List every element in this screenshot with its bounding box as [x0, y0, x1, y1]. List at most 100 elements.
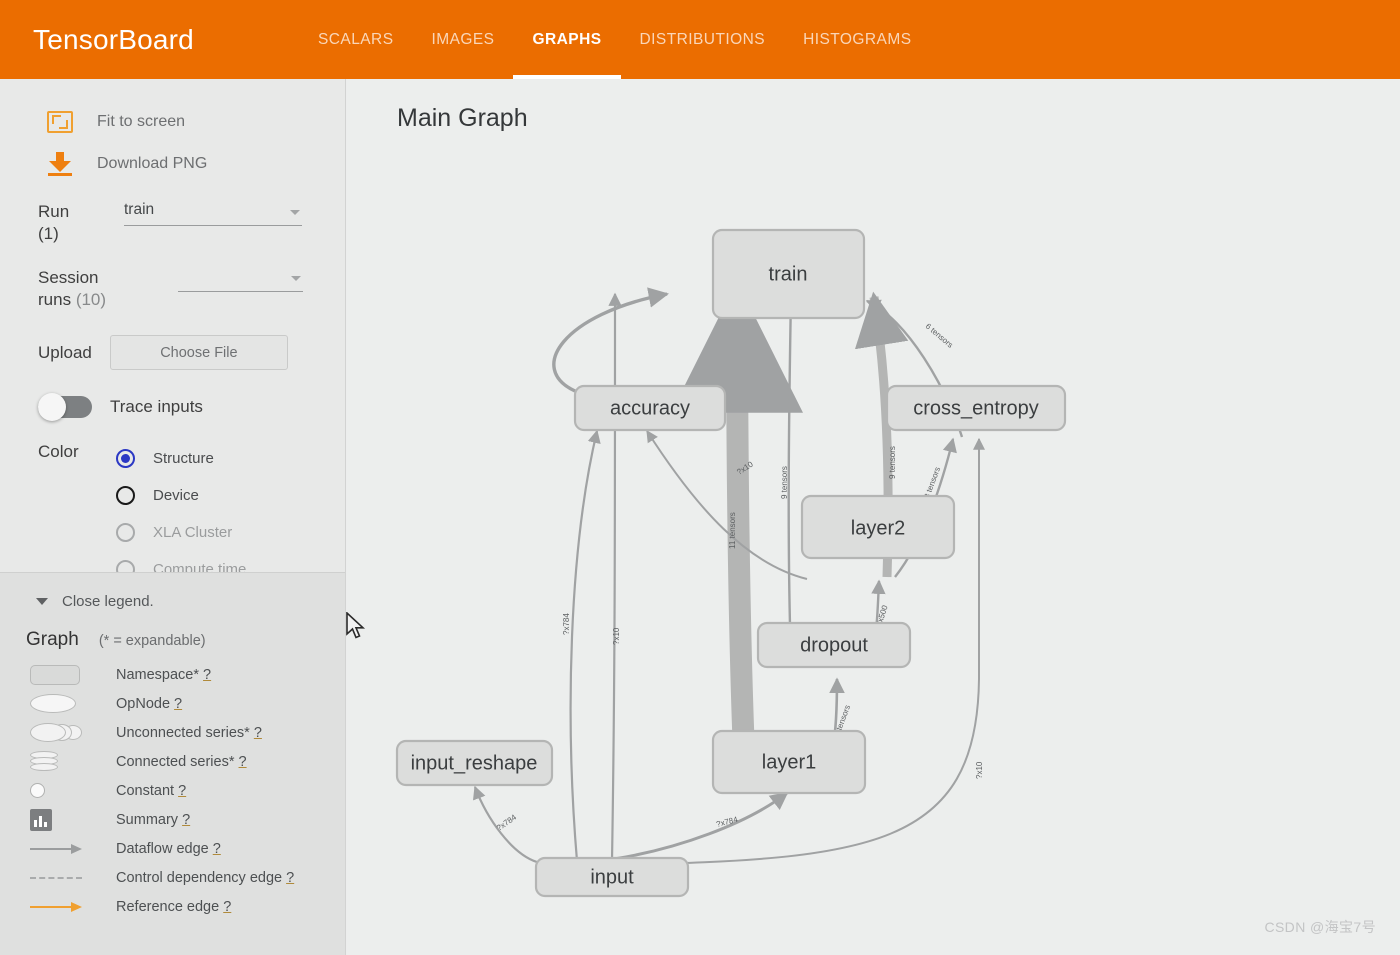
tab-graphs[interactable]: GRAPHS: [513, 0, 621, 79]
help-link[interactable]: ?: [254, 725, 262, 741]
graph-node-dropout-label: dropout: [800, 634, 868, 656]
edge-layer1-train[interactable]: [671, 280, 804, 780]
legend-expandable-note: (* = expandable): [98, 633, 206, 649]
chevron-down-icon: [36, 598, 48, 605]
graph-node-layer2[interactable]: layer2: [800, 494, 956, 560]
legend-item-control-dependency-edge-label: Control dependency edge: [116, 869, 283, 886]
run-select[interactable]: train: [124, 201, 302, 226]
help-link[interactable]: ?: [174, 696, 182, 712]
toggle-knob: [38, 393, 66, 421]
fit-to-screen-button[interactable]: Fit to screen: [0, 101, 345, 143]
mouse-cursor: [346, 612, 366, 639]
legend-item-summary-label: Summary: [116, 811, 179, 828]
legend-item-dataflow-edge-label: Dataflow edge: [116, 840, 209, 857]
color-radio-group: Structure Device XLA Cluster Compute tim…: [116, 440, 246, 572]
color-option-compute-time[interactable]: Compute time: [116, 551, 246, 572]
summary-icon: [30, 808, 88, 831]
graph-node-cross_entropy[interactable]: cross_entropy: [885, 384, 1067, 432]
color-option-compute-time-label: Compute time: [153, 561, 247, 572]
edge-input-layer1[interactable]: [613, 791, 789, 861]
graph-node-dropout[interactable]: dropout: [756, 621, 912, 669]
color-label: Color: [38, 442, 79, 461]
download-png-label: Download PNG: [97, 155, 208, 172]
edge-input-train-center[interactable]: [608, 292, 622, 862]
graph-node-layer1[interactable]: layer1: [711, 729, 867, 795]
legend-header: Graph (* = expandable): [0, 629, 345, 651]
tab-images[interactable]: IMAGES: [412, 0, 513, 79]
legend-item-unconnected-series: Unconnected series* ?: [0, 718, 345, 747]
watermark: CSDN @海宝7号: [1264, 919, 1376, 935]
edge-label-cross_entropy-train: 6 tensors: [924, 322, 955, 350]
edge-label-input-input_reshape: ?x784: [495, 812, 518, 832]
tab-images-label: IMAGES: [431, 30, 495, 48]
help-link[interactable]: ?: [223, 899, 231, 915]
graph-canvas[interactable]: Main Graph ?x784 ?x784 ?x784 ?x10 ?x10 1…: [347, 79, 1400, 955]
help-link[interactable]: ?: [213, 841, 221, 857]
constant-icon: [30, 783, 88, 798]
legend-panel: Close legend. Graph (* = expandable) Nam…: [0, 572, 345, 955]
legend-item-namespace-label: Namespace*: [116, 666, 200, 683]
help-link[interactable]: ?: [182, 812, 190, 828]
legend-items: Namespace* ? OpNode ? Unconnected series…: [0, 660, 345, 921]
sidebar: Fit to screen Download PNG Run (1) train…: [0, 79, 346, 955]
legend-item-reference-edge-label: Reference edge: [116, 898, 220, 915]
edge-dropout-train[interactable]: [783, 292, 798, 662]
close-legend-label: Close legend.: [62, 593, 154, 610]
fit-to-screen-label: Fit to screen: [97, 113, 186, 130]
run-select-value: train: [124, 201, 155, 218]
radio-icon: [116, 523, 135, 542]
run-selector-row: Run (1) train: [0, 201, 345, 245]
graph-node-input_reshape[interactable]: input_reshape: [395, 739, 554, 787]
radio-icon: [116, 486, 135, 505]
namespace-icon: [30, 664, 88, 685]
trace-inputs-toggle[interactable]: [38, 393, 92, 421]
graph-node-train-label: train: [769, 263, 808, 285]
edge-label-input-train-center: ?x10: [612, 627, 621, 645]
download-png-button[interactable]: Download PNG: [0, 143, 345, 185]
color-section: Color Structure Device XLA Cluster Compu…: [0, 440, 345, 572]
help-link[interactable]: ?: [286, 870, 294, 886]
edge-accuracy-train[interactable]: [552, 287, 670, 393]
session-runs-row: Session runs (10): [0, 267, 345, 311]
session-runs-select[interactable]: [178, 267, 303, 292]
help-link[interactable]: ?: [178, 783, 186, 799]
legend-item-constant: Constant ?: [0, 776, 345, 805]
tab-scalars[interactable]: SCALARS: [299, 0, 413, 79]
graph-node-train[interactable]: train: [711, 228, 866, 320]
choose-file-button[interactable]: Choose File: [109, 335, 288, 370]
choose-file-label: Choose File: [160, 344, 238, 361]
color-option-structure[interactable]: Structure: [116, 440, 246, 477]
radio-icon: [116, 560, 135, 572]
edge-label-layer1-train: 11 tensors: [728, 512, 737, 549]
edge-label-input-cross_entropy: ?x10: [975, 761, 984, 779]
graph-svg[interactable]: ?x784 ?x784 ?x784 ?x10 ?x10 11 tensors 9…: [347, 79, 1400, 955]
close-legend-button[interactable]: Close legend.: [0, 593, 345, 610]
help-link[interactable]: ?: [239, 754, 247, 770]
tab-histograms[interactable]: HISTOGRAMS: [784, 0, 930, 79]
session-runs-count: (10): [75, 290, 107, 309]
run-count: (1): [38, 224, 59, 243]
run-label: Run: [38, 202, 70, 221]
edge-input-accuracy[interactable]: [569, 429, 601, 862]
download-icon: [42, 152, 78, 176]
legend-item-opnode: OpNode ?: [0, 689, 345, 718]
legend-title: Graph: [26, 629, 79, 650]
tab-distributions[interactable]: DISTRIBUTIONS: [621, 0, 785, 79]
color-option-structure-label: Structure: [153, 450, 214, 467]
graph-node-input[interactable]: input: [534, 856, 690, 898]
color-option-device[interactable]: Device: [116, 477, 246, 514]
legend-item-connected-series-label: Connected series*: [116, 753, 235, 770]
connected-series-icon: [30, 751, 88, 772]
edge-label-dropout-train: 9 tensors: [780, 466, 789, 499]
legend-item-constant-label: Constant: [116, 782, 175, 799]
tab-scalars-label: SCALARS: [317, 30, 394, 48]
sidebar-controls: Fit to screen Download PNG Run (1) train…: [0, 79, 345, 572]
graph-node-accuracy[interactable]: accuracy: [573, 384, 727, 432]
radio-icon: [116, 449, 135, 468]
color-option-xla-cluster[interactable]: XLA Cluster: [116, 514, 246, 551]
graph-node-layer1-label: layer1: [762, 751, 816, 773]
help-link[interactable]: ?: [203, 667, 211, 683]
upload-row: Upload Choose File: [0, 335, 345, 370]
edge-label-layer2-train: 9 tensors: [888, 446, 897, 479]
top-app-bar: TensorBoard SCALARS IMAGES GRAPHS DISTRI…: [0, 0, 1400, 79]
